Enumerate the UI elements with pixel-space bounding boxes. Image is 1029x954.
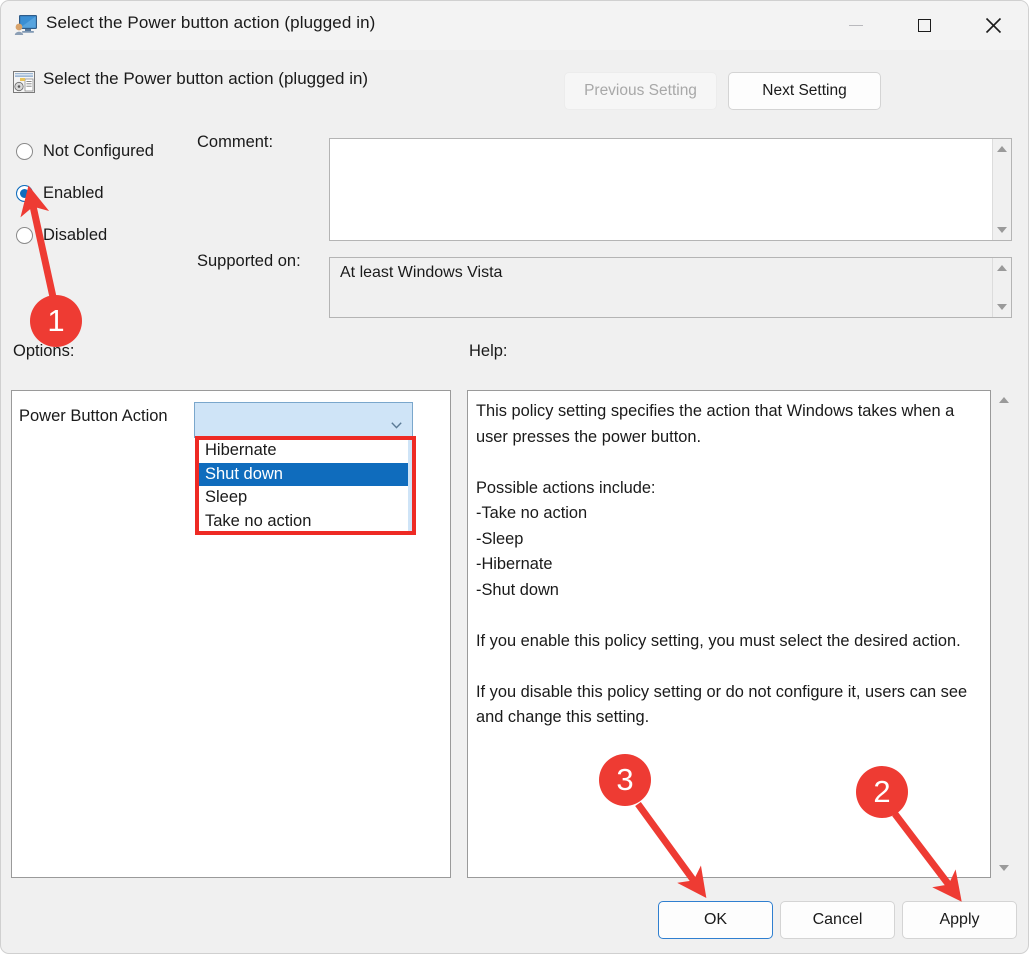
help-pane: This policy setting specifies the action… [467, 390, 991, 878]
dropdown-scrollbar[interactable] [408, 439, 413, 532]
disabled-radio[interactable]: Disabled [16, 224, 107, 246]
help-section-label: Help: [469, 342, 508, 361]
setting-header-title: Select the Power button action (plugged … [43, 69, 368, 89]
scroll-up-icon[interactable] [999, 397, 1009, 403]
radio-indicator-selected [16, 185, 33, 202]
dropdown-item-hibernate[interactable]: Hibernate [198, 439, 413, 463]
scroll-up-icon[interactable] [997, 146, 1007, 152]
scroll-up-icon[interactable] [997, 265, 1007, 271]
next-setting-button[interactable]: Next Setting [728, 72, 881, 110]
previous-setting-button[interactable]: Previous Setting [564, 72, 717, 110]
radio-indicator [16, 227, 33, 244]
dropdown-item-shut-down[interactable]: Shut down [198, 463, 413, 487]
scroll-down-icon[interactable] [997, 304, 1007, 310]
next-setting-label: Next Setting [762, 82, 846, 100]
ok-label: OK [704, 911, 727, 929]
maximize-icon[interactable] [890, 1, 959, 50]
enabled-label: Enabled [43, 184, 104, 203]
chevron-down-icon[interactable] [391, 416, 402, 423]
not-configured-label: Not Configured [43, 142, 154, 161]
previous-setting-label: Previous Setting [584, 82, 697, 100]
power-button-action-label: Power Button Action [19, 407, 168, 426]
supported-on-scrollbar[interactable] [992, 258, 1011, 317]
comment-label: Comment: [197, 133, 273, 152]
window-title: Select the Power button action (plugged … [46, 13, 375, 33]
help-text: This policy setting specifies the action… [476, 399, 974, 731]
cancel-button[interactable]: Cancel [780, 901, 895, 939]
comment-input[interactable] [329, 138, 1012, 241]
comment-scrollbar[interactable] [992, 139, 1011, 240]
close-icon[interactable] [959, 1, 1028, 50]
annotation-badge-1: 1 [30, 295, 82, 347]
group-policy-monitor-icon [14, 14, 38, 36]
annotation-arrow-1 [33, 206, 53, 297]
supported-on-field: At least Windows Vista [329, 257, 1012, 318]
dropdown-item-take-no-action[interactable]: Take no action [198, 510, 413, 534]
scroll-down-icon[interactable] [999, 865, 1009, 871]
power-button-action-dropdown-list[interactable]: Hibernate Shut down Sleep Take no action [197, 438, 414, 533]
apply-label: Apply [939, 911, 979, 929]
help-scrollbar[interactable] [994, 390, 1013, 878]
scroll-down-icon[interactable] [997, 227, 1007, 233]
disabled-label: Disabled [43, 226, 107, 245]
supported-on-value: At least Windows Vista [340, 264, 502, 282]
options-section-label: Options: [13, 342, 74, 361]
policy-setting-dialog: Select the Power button action (plugged … [0, 0, 1029, 954]
policy-setting-icon [13, 71, 35, 93]
ok-button[interactable]: OK [658, 901, 773, 939]
not-configured-radio[interactable]: Not Configured [16, 140, 154, 162]
radio-indicator [16, 143, 33, 160]
power-button-action-combobox[interactable] [194, 402, 413, 438]
supported-on-label: Supported on: [197, 252, 301, 271]
cancel-label: Cancel [813, 911, 863, 929]
dropdown-item-sleep[interactable]: Sleep [198, 486, 413, 510]
apply-button[interactable]: Apply [902, 901, 1017, 939]
minimize-icon[interactable] [821, 1, 890, 50]
title-bar: Select the Power button action (plugged … [1, 1, 1029, 50]
enabled-radio[interactable]: Enabled [16, 182, 104, 204]
